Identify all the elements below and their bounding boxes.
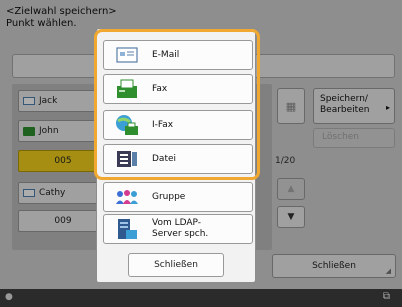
status-bar: ● ⧉: [0, 289, 402, 307]
network-icon: ⧉: [382, 291, 390, 302]
status-dot: ●: [5, 292, 13, 302]
highlight-frame: [94, 29, 260, 180]
ldap-server-icon: [112, 214, 142, 244]
ldap-label: Vom LDAP- Server spch.: [152, 218, 208, 240]
ldap-label-line-2: Server spch.: [152, 229, 209, 239]
group-label: Gruppe: [152, 191, 186, 202]
popup-close-button[interactable]: Schließen: [128, 253, 224, 277]
ldap-type-button[interactable]: Vom LDAP- Server spch.: [103, 214, 253, 244]
group-type-button[interactable]: Gruppe: [103, 182, 253, 212]
ldap-label-line-1: Vom LDAP-: [152, 218, 202, 228]
group-icon: [112, 182, 142, 212]
